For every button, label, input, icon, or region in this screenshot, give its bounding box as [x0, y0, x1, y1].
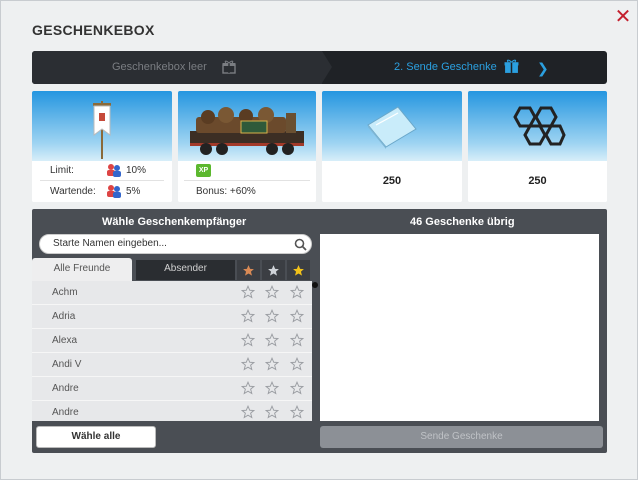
- list-scrollbar[interactable]: [312, 281, 319, 421]
- star-outline-icon[interactable]: [264, 404, 280, 419]
- limit-value: 10%: [126, 165, 147, 176]
- star-outline-icon[interactable]: [264, 380, 280, 395]
- honeycomb-amount: 250: [528, 175, 547, 187]
- banner-icon: [93, 101, 111, 159]
- silver-star-icon: [268, 265, 279, 276]
- star-outline-icon[interactable]: [240, 332, 256, 347]
- friends-icon: [107, 185, 121, 198]
- xp-badge: XP: [196, 164, 211, 177]
- glass-card: 250: [322, 91, 462, 202]
- gold-star-icon: [293, 265, 304, 276]
- star-outline-icon[interactable]: [289, 308, 305, 323]
- chevron-right-icon: ❯: [537, 60, 549, 76]
- hexagon-structure-icon: [513, 106, 566, 146]
- waiting-label: Wartende:: [50, 186, 96, 197]
- star-outline-icon[interactable]: [240, 380, 256, 395]
- star-outline-icon[interactable]: [240, 356, 256, 371]
- select-all-button[interactable]: Wähle alle: [36, 426, 156, 448]
- filter-bronze-star[interactable]: [237, 260, 260, 280]
- honeycomb-card: 250: [468, 91, 607, 202]
- search-input[interactable]: Starte Namen eingeben...: [39, 234, 312, 254]
- step-2-label: 2. Sende Geschenke: [394, 61, 497, 73]
- list-item[interactable]: Alexa: [32, 329, 312, 353]
- star-outline-icon[interactable]: [289, 404, 305, 419]
- send-panel: Wähle Geschenkempfänger 46 Geschenke übr…: [32, 209, 607, 453]
- star-outline-icon[interactable]: [289, 356, 305, 371]
- gift-icon: [504, 59, 519, 73]
- star-outline-icon[interactable]: [240, 284, 256, 299]
- search-icon[interactable]: [294, 238, 307, 251]
- list-item[interactable]: Andi V: [32, 353, 312, 377]
- recipients-header: Wähle Geschenkempfänger: [102, 216, 247, 228]
- list-item[interactable]: Achm: [32, 281, 312, 305]
- list-item[interactable]: Adria: [32, 305, 312, 329]
- send-gifts-button[interactable]: Sende Geschenke: [320, 426, 603, 448]
- star-outline-icon[interactable]: [289, 284, 305, 299]
- bonus-text: Bonus: +60%: [196, 186, 256, 197]
- gift-icon: [222, 60, 236, 74]
- gift-box-window: GESCHENKEBOX ✕ Geschenkebox leer 2. Send…: [0, 0, 638, 480]
- close-icon[interactable]: ✕: [613, 7, 633, 27]
- filter-gold-star[interactable]: [287, 260, 310, 280]
- list-item[interactable]: Andre: [32, 377, 312, 401]
- tab-senders[interactable]: Absender: [136, 260, 235, 280]
- friends-icon: [107, 164, 121, 177]
- wagon-card: XP Bonus: +60%: [178, 91, 316, 202]
- step-1-label: Geschenkebox leer: [112, 61, 207, 73]
- list-item[interactable]: Andre: [32, 401, 312, 421]
- limit-label: Limit:: [50, 165, 74, 176]
- glass-plate-icon: [367, 106, 417, 149]
- friend-list[interactable]: Achm Adria Alexa Andi V Andre Andre: [32, 281, 312, 421]
- gifts-remaining: 46 Geschenke übrig: [410, 216, 515, 228]
- star-outline-icon[interactable]: [240, 404, 256, 419]
- freight-wagon-icon: [190, 107, 304, 155]
- waiting-value: 5%: [126, 186, 141, 197]
- star-outline-icon[interactable]: [289, 380, 305, 395]
- star-outline-icon[interactable]: [264, 332, 280, 347]
- window-title: GESCHENKEBOX: [32, 22, 155, 38]
- search-placeholder: Starte Namen eingeben...: [53, 238, 167, 249]
- selected-recipients-area: [320, 234, 599, 421]
- bronze-star-icon: [243, 265, 254, 276]
- star-outline-icon[interactable]: [264, 284, 280, 299]
- star-outline-icon[interactable]: [289, 332, 305, 347]
- tab-all-friends[interactable]: Alle Freunde: [32, 258, 132, 281]
- limit-card: Limit: 10% Wartende: 5%: [32, 91, 172, 202]
- filter-silver-star[interactable]: [262, 260, 285, 280]
- star-outline-icon[interactable]: [264, 308, 280, 323]
- scroll-thumb[interactable]: [312, 282, 318, 288]
- star-outline-icon[interactable]: [240, 308, 256, 323]
- star-outline-icon[interactable]: [264, 356, 280, 371]
- glass-amount: 250: [382, 175, 402, 187]
- step-bar: Geschenkebox leer 2. Sende Geschenke ❯: [32, 51, 607, 84]
